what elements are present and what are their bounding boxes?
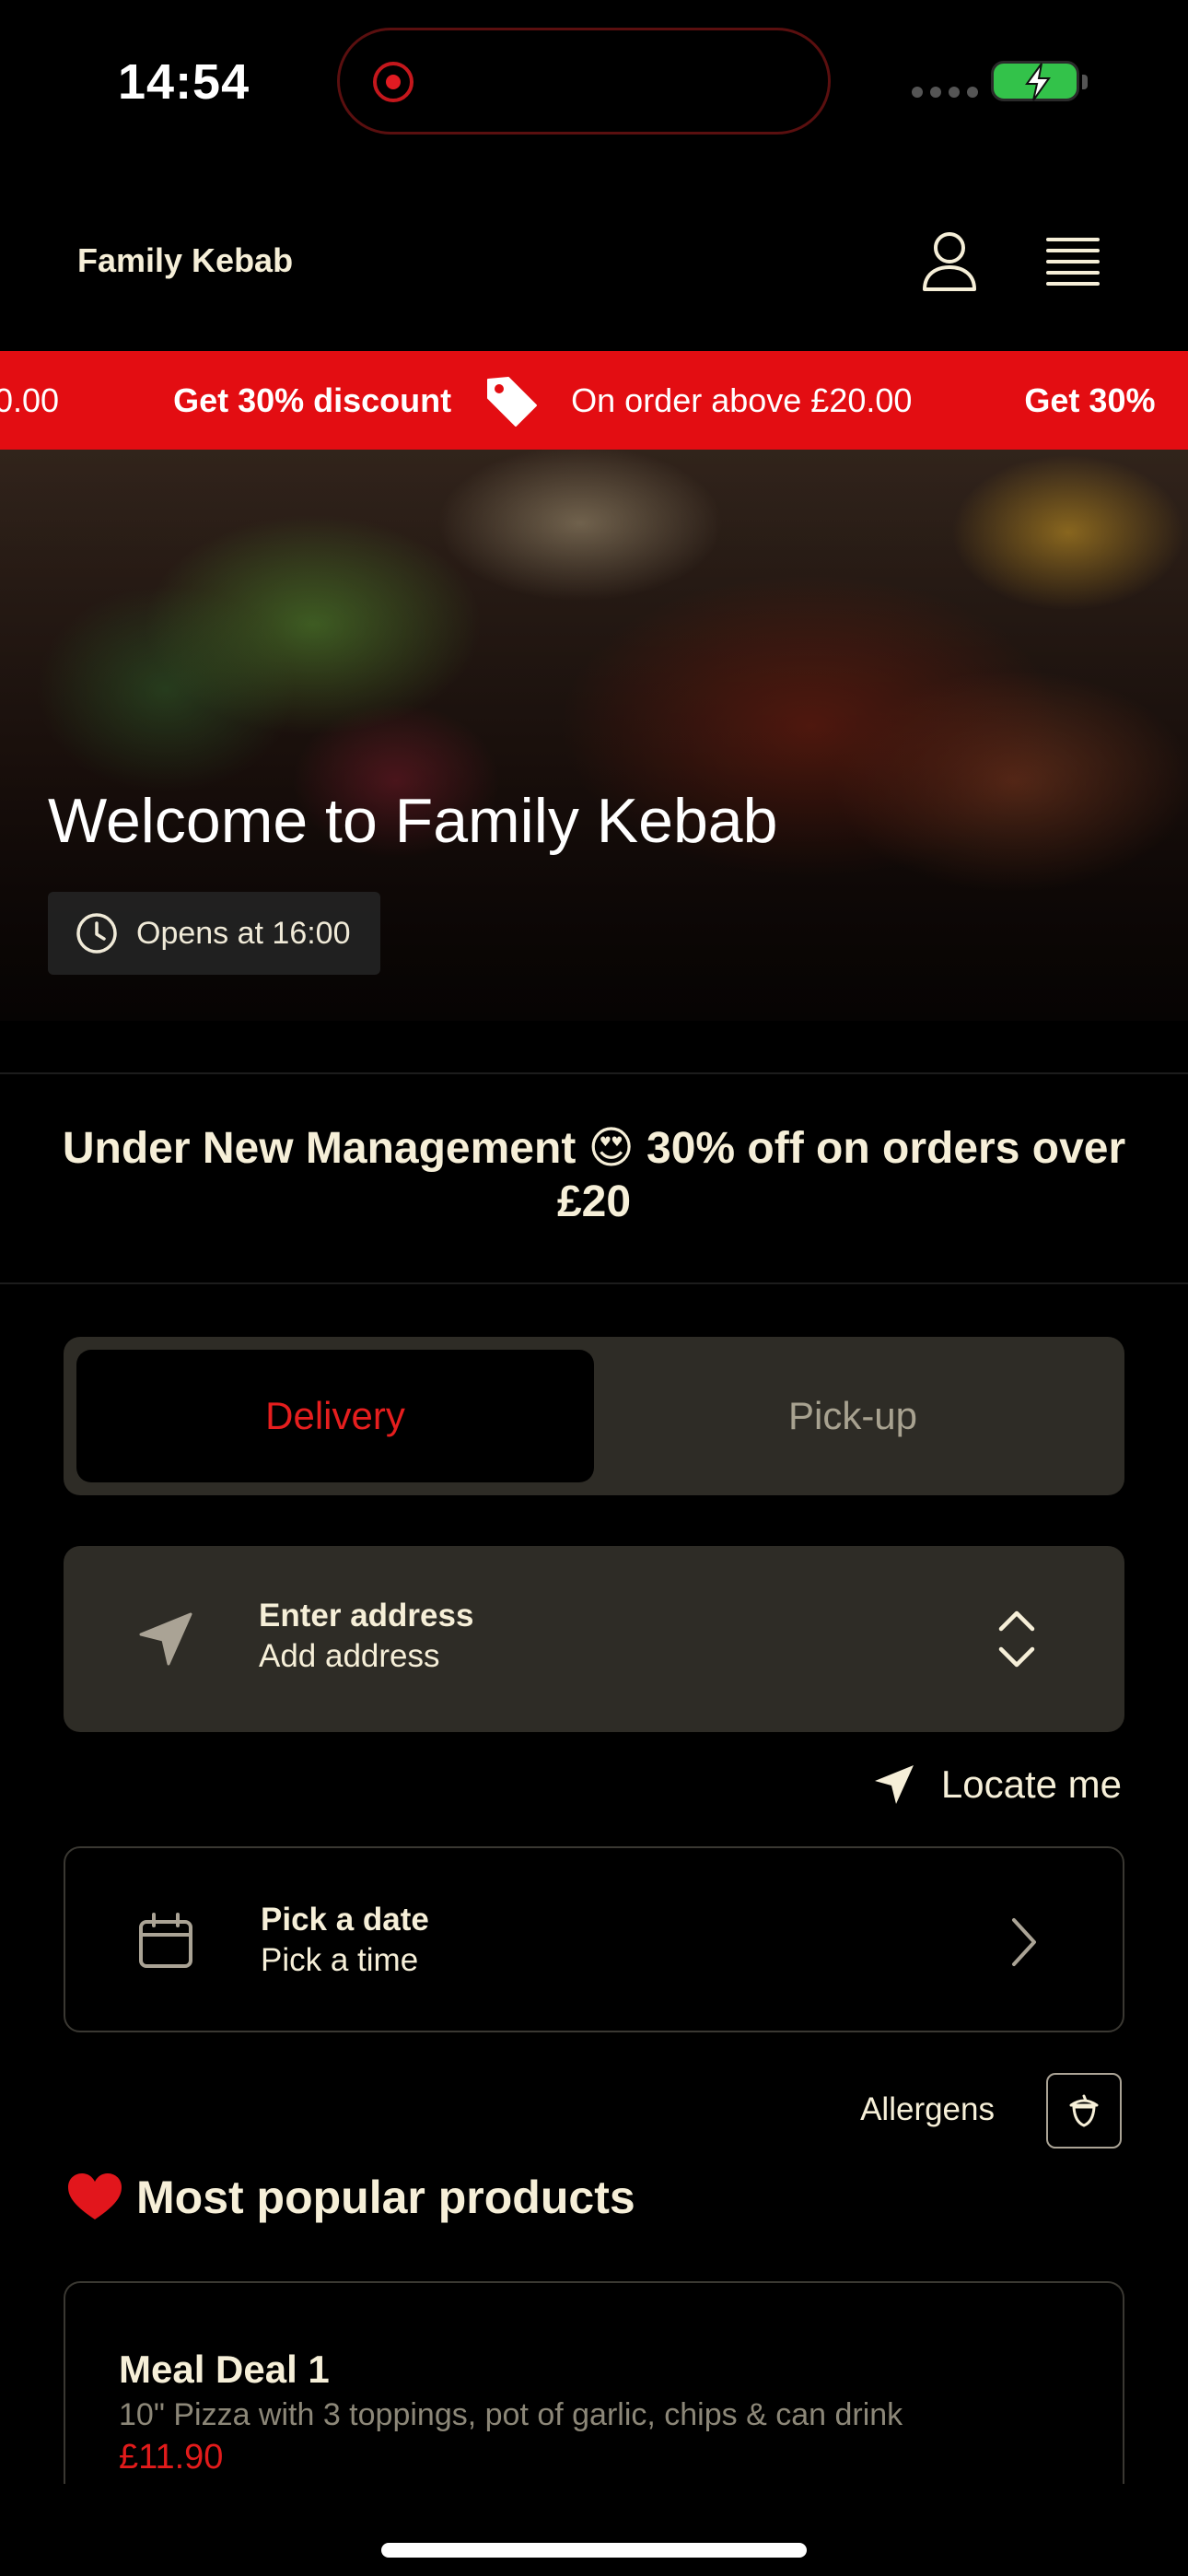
- address-title: Enter address: [259, 1598, 474, 1633]
- location-arrow-icon: [874, 1765, 914, 1804]
- promo-discount-label: Get 30% discount: [173, 381, 452, 419]
- user-icon: [923, 232, 976, 291]
- fulfilment-toggle: Delivery Pick-up: [64, 1337, 1124, 1495]
- promo-fragment-end: Get 30%: [1024, 381, 1156, 419]
- divider: [0, 1072, 1188, 1074]
- chevron-up-down-icon: [998, 1610, 1035, 1668]
- allergens-row: Allergens: [0, 2073, 1188, 2150]
- acorn-icon: [1069, 2094, 1099, 2127]
- cellular-signal-icon: [912, 87, 978, 98]
- product-price: £11.90: [119, 2438, 224, 2476]
- promo-banner: 0.00 Get 30% discount On order above £20…: [0, 351, 1188, 450]
- locate-me-label: Locate me: [940, 1762, 1122, 1806]
- promo-fragment-start: 0.00: [0, 381, 60, 419]
- allergens-button[interactable]: [1046, 2073, 1122, 2149]
- pick-time-label: Pick a time: [261, 1942, 419, 1978]
- popular-products-heading: Most popular products: [66, 2171, 635, 2224]
- opening-hours-badge: Opens at 16:00: [48, 892, 380, 975]
- calendar-icon: [139, 1913, 192, 1968]
- divider: [0, 1282, 1188, 1284]
- date-time-picker[interactable]: Pick a date Pick a time: [64, 1846, 1124, 2032]
- pick-date-label: Pick a date: [261, 1902, 429, 1938]
- address-selector[interactable]: Enter address Add address: [64, 1546, 1124, 1732]
- clock-icon: [76, 913, 117, 954]
- address-subtitle: Add address: [259, 1638, 440, 1674]
- promo-condition-label: On order above £20.00: [571, 381, 913, 419]
- product-name: Meal Deal 1: [119, 2348, 330, 2391]
- status-bar: 14:54: [0, 0, 1188, 166]
- hero-title: Welcome to Family Kebab: [48, 786, 778, 856]
- screen-recording-icon: [373, 62, 413, 102]
- navigation-arrow-icon: [139, 1612, 192, 1666]
- tag-icon: [487, 376, 538, 427]
- announcement-line-1: Under New Management 😍 30% off on orders…: [62, 1124, 1126, 1173]
- chevron-right-icon: [1012, 1918, 1036, 1966]
- home-indicator[interactable]: [381, 2543, 807, 2558]
- opening-hours-text: Opens at 16:00: [136, 915, 351, 951]
- allergens-label: Allergens: [860, 2091, 995, 2127]
- app-header: Family Kebab: [0, 203, 1188, 350]
- account-button[interactable]: [912, 223, 987, 299]
- popular-products-title: Most popular products: [136, 2172, 635, 2223]
- menu-icon: [1046, 238, 1100, 286]
- status-time: 14:54: [118, 54, 250, 110]
- brand-name[interactable]: Family Kebab: [77, 241, 293, 280]
- hero-banner: Welcome to Family Kebab Opens at 16:00: [0, 450, 1188, 1021]
- announcement-banner: Under New Management 😍 30% off on orders…: [0, 1122, 1188, 1229]
- battery-charging-icon: [991, 61, 1088, 101]
- menu-button[interactable]: [1035, 223, 1111, 299]
- product-description: 10" Pizza with 3 toppings, pot of garlic…: [119, 2397, 903, 2432]
- bottom-safe-area: [0, 2484, 1188, 2576]
- pickup-tab[interactable]: Pick-up: [594, 1350, 1112, 1482]
- heart-icon: [68, 2173, 122, 2219]
- dynamic-island: [337, 28, 831, 135]
- delivery-tab[interactable]: Delivery: [76, 1350, 594, 1482]
- locate-me-button[interactable]: Locate me: [871, 1762, 1122, 1808]
- announcement-line-2: £20: [556, 1177, 632, 1226]
